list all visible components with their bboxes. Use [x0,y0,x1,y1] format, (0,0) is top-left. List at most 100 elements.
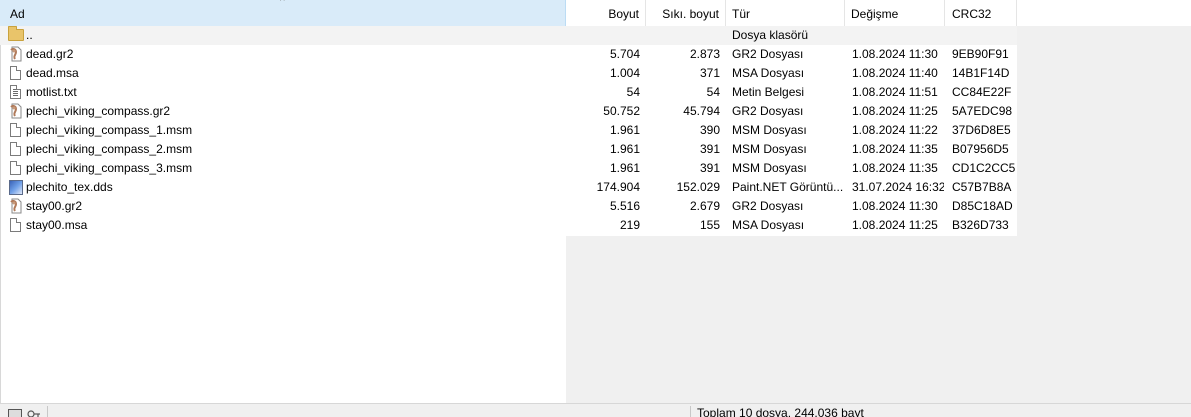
empty-area [566,236,1191,403]
file-name: plechi_viking_compass_1.msm [26,123,193,137]
file-crc32: 37D6D8E5 [952,123,1011,137]
file-type: MSM Dosyası [732,142,807,156]
file-packed-size: 155 [699,218,720,232]
file-name: dead.gr2 [26,47,74,61]
file-packed-size: 371 [699,66,720,80]
file-modified: 1.08.2024 11:40 [852,66,938,80]
file-row[interactable]: motlist.txt 54 54 Metin Belgesi 1.08.202… [0,83,1017,102]
file-list[interactable]: ^ Ad Boyut Sıkı. boyut Tür Değişme CRC32 [0,0,1191,403]
file-crc32: CC84E22F [952,85,1012,99]
sort-ascending-icon: ^ [280,0,285,7]
file-size: 50.752 [603,104,640,118]
file-name: plechi_viking_compass_3.msm [26,161,193,175]
parent-folder-row[interactable]: .. Dosya klasörü [0,26,1017,45]
file-icon [10,123,21,137]
file-size: 5.704 [609,47,640,61]
file-name: plechi_viking_compass.gr2 [26,104,171,118]
file-modified: 31.07.2024 16:32 [852,180,944,194]
file-packed-size: 54 [706,85,720,99]
file-modified: 1.08.2024 11:35 [852,142,938,156]
file-size: 1.961 [609,161,640,175]
file-size: 1.961 [609,142,640,156]
column-header-type[interactable]: Tür [726,0,845,26]
file-row[interactable]: plechito_tex.dds 174.904 152.029 Paint.N… [0,178,1017,197]
file-row[interactable]: dead.msa 1.004 371 MSA Dosyası 1.08.2024… [0,64,1017,83]
file-crc32: 14B1F14D [952,66,1010,80]
file-modified: 1.08.2024 11:30 [852,199,938,213]
gr2-file-icon [9,46,23,62]
file-icon [10,142,21,156]
file-size: 54 [626,85,640,99]
file-name: motlist.txt [26,85,77,99]
file-icon [10,161,21,175]
file-type: MSA Dosyası [732,218,805,232]
file-type: MSM Dosyası [732,123,807,137]
column-header-crc32[interactable]: CRC32 [945,0,1017,26]
file-row[interactable]: plechi_viking_compass_1.msm 1.961 390 MS… [0,121,1017,140]
column-header-name[interactable]: ^ Ad [0,0,566,26]
file-row[interactable]: stay00.gr2 5.516 2.679 GR2 Dosyası 1.08.… [0,197,1017,216]
file-row[interactable]: plechi_viking_compass.gr2 50.752 45.794 … [0,102,1017,121]
image-file-icon [9,180,23,195]
file-crc32: B326D733 [952,218,1009,232]
file-row[interactable]: plechi_viking_compass_2.msm 1.961 391 MS… [0,140,1017,159]
file-name: plechi_viking_compass_2.msm [26,142,193,156]
file-row[interactable]: plechi_viking_compass_3.msm 1.961 391 MS… [0,159,1017,178]
gr2-file-icon [9,198,23,214]
file-row[interactable]: stay00.msa 219 155 MSA Dosyası 1.08.2024… [0,216,1017,235]
file-packed-size: 152.029 [676,180,720,194]
archive-file-window: ^ Ad Boyut Sıkı. boyut Tür Değişme CRC32 [0,0,1191,417]
file-type: GR2 Dosyası [732,47,804,61]
status-summary: Toplam 10 dosya, 244.036 bayt [697,406,864,417]
file-type: Dosya klasörü [732,28,809,42]
file-name: stay00.msa [26,218,88,232]
file-size: 219 [619,218,640,232]
file-size: 1.961 [609,123,640,137]
file-rows: .. Dosya klasörü dead.gr2 5.704 2.873 GR… [0,26,1017,235]
file-type: GR2 Dosyası [732,199,804,213]
file-modified: 1.08.2024 11:25 [852,104,938,118]
column-header-bar: ^ Ad Boyut Sıkı. boyut Tür Değişme CRC32 [0,0,1191,26]
file-modified: 1.08.2024 11:22 [852,123,938,137]
file-modified: 1.08.2024 11:51 [852,85,938,99]
file-packed-size: 390 [699,123,720,137]
file-packed-size: 2.873 [689,47,720,61]
column-header-packed-size[interactable]: Sıkı. boyut [646,0,726,26]
file-modified: 1.08.2024 11:30 [852,47,938,61]
empty-area [1017,26,1191,236]
drive-icon[interactable] [8,409,22,417]
column-header-modified[interactable]: Değişme [845,0,945,26]
file-crc32: B07956D5 [952,142,1009,156]
file-modified: 1.08.2024 11:35 [852,161,938,175]
status-bar: Toplam 10 dosya, 244.036 bayt [0,403,1191,417]
file-name: stay00.gr2 [26,199,83,213]
file-packed-size: 391 [699,142,720,156]
file-size: 174.904 [596,180,640,194]
file-row[interactable]: dead.gr2 5.704 2.873 GR2 Dosyası 1.08.20… [0,45,1017,64]
file-crc32: 9EB90F91 [952,47,1009,61]
file-size: 5.516 [609,199,640,213]
file-crc32: C57B7B8A [952,180,1012,194]
file-crc32: CD1C2CC5 [952,161,1016,175]
file-icon [10,66,21,80]
file-type: MSA Dosyası [732,66,805,80]
file-name: dead.msa [26,66,79,80]
file-packed-size: 2.679 [689,199,720,213]
file-packed-size: 391 [699,161,720,175]
file-type: GR2 Dosyası [732,104,804,118]
file-crc32: 5A7EDC98 [952,104,1013,118]
file-type: MSM Dosyası [732,161,807,175]
column-header-size[interactable]: Boyut [566,0,646,26]
gr2-file-icon [9,103,23,119]
file-packed-size: 45.794 [683,104,720,118]
file-type: Paint.NET Görüntü... [732,180,844,194]
file-size: 1.004 [609,66,640,80]
file-name: plechito_tex.dds [26,180,113,194]
folder-icon [8,26,24,41]
key-icon[interactable] [27,408,41,417]
file-name: .. [26,28,33,42]
file-modified: 1.08.2024 11:25 [852,218,938,232]
file-crc32: D85C18AD [952,199,1013,213]
text-file-icon [10,85,21,99]
file-icon [10,218,21,232]
